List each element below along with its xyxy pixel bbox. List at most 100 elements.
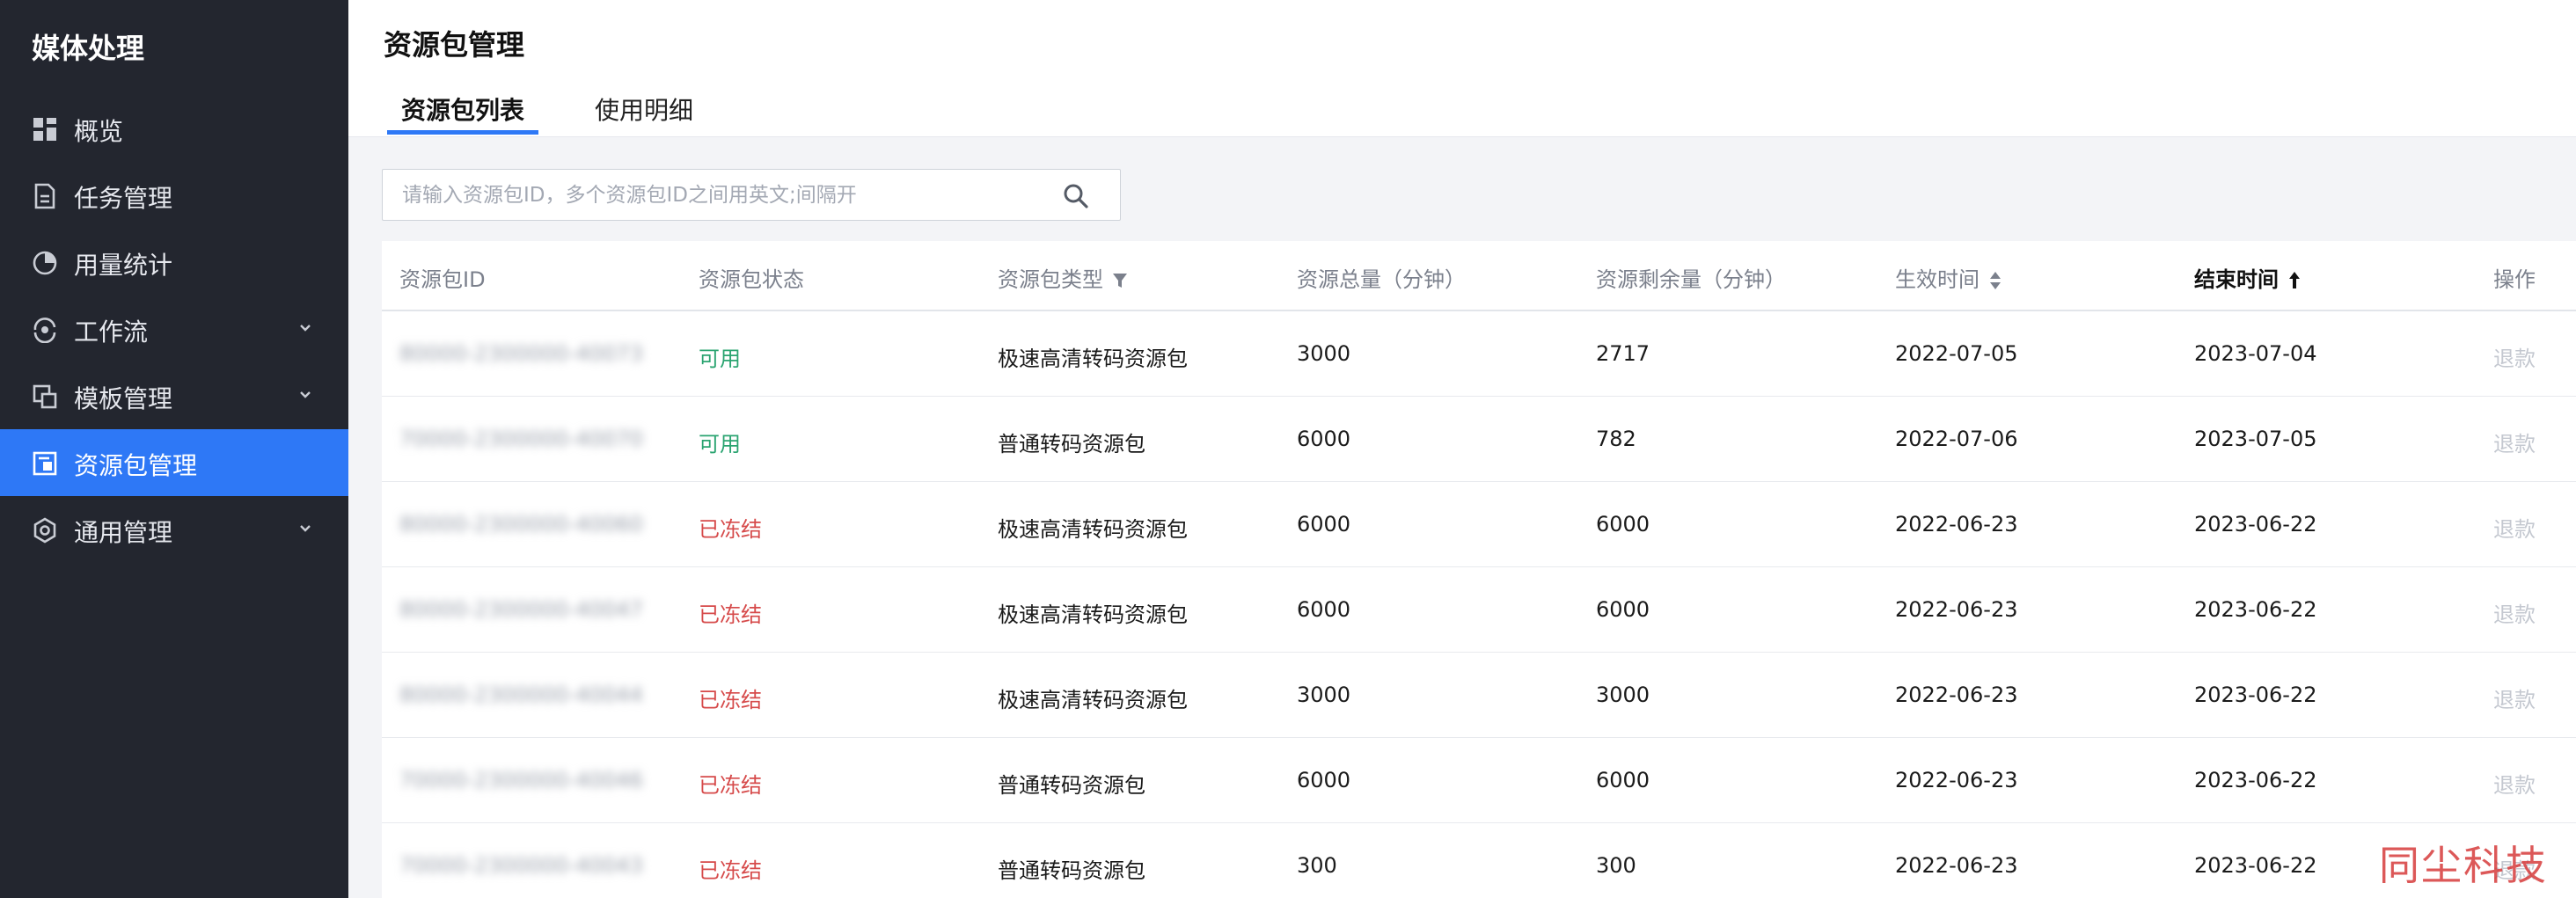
sidebar-item-general[interactable]: 通用管理: [0, 496, 348, 563]
sidebar-item-label: 概览: [74, 117, 124, 146]
remaining-minutes: 6000: [1596, 512, 1650, 537]
total-minutes: 6000: [1297, 768, 1351, 792]
end-date: 2023-06-22: [2194, 683, 2317, 707]
page-title: 资源包管理: [384, 28, 525, 62]
template-icon: [33, 384, 57, 409]
sort-asc-icon[interactable]: [2287, 271, 2302, 290]
active-tab-indicator: [387, 130, 538, 135]
package-id: 70000-2300000-40070: [399, 427, 643, 451]
search-box: [382, 169, 1121, 221]
sidebar-item-overview[interactable]: 概览: [0, 95, 348, 162]
end-date: 2023-06-22: [2194, 597, 2317, 622]
table-row: 70000-2300000-40046 已冻结 普通转码资源包 6000 6000 202…: [382, 738, 2576, 823]
watermark: 同尘科技: [2379, 842, 2548, 889]
column-header-remaining: 资源剩余量（分钟）: [1596, 267, 1786, 292]
remaining-minutes: 2717: [1596, 341, 1650, 366]
package-type: 普通转码资源包: [998, 858, 1145, 883]
refund-link[interactable]: 退款: [2493, 597, 2536, 628]
package-type: 极速高清转码资源包: [998, 517, 1188, 542]
end-date: 2023-07-05: [2194, 427, 2317, 451]
start-date: 2022-06-23: [1895, 597, 2018, 622]
search-input[interactable]: [383, 170, 1051, 220]
column-header-start-time[interactable]: 生效时间: [1895, 262, 2002, 293]
package-type: 极速高清转码资源包: [998, 347, 1188, 371]
remaining-minutes: 3000: [1596, 683, 1650, 707]
table-row: 80000-2300000-40047 已冻结 极速高清转码资源包 6000 6000 2…: [382, 567, 2576, 653]
refund-link[interactable]: 退款: [2493, 683, 2536, 713]
remaining-minutes: 300: [1596, 853, 1636, 878]
package-id: 70000-2300000-40046: [399, 768, 643, 792]
package-id: 70000-2300000-40043: [399, 853, 643, 878]
table-row: 80000-2300000-40073 可用 极速高清转码资源包 3000 2717 20…: [382, 311, 2576, 397]
status-badge: 可用: [699, 347, 741, 371]
column-header-status: 资源包状态: [699, 267, 804, 292]
total-minutes: 6000: [1297, 597, 1351, 622]
column-header-type: 资源包类型: [998, 262, 1128, 293]
end-date: 2023-06-22: [2194, 512, 2317, 537]
pie-chart-icon: [33, 251, 57, 275]
package-type: 极速高清转码资源包: [998, 688, 1188, 712]
remaining-minutes: 782: [1596, 427, 1636, 451]
start-date: 2022-07-06: [1895, 427, 2018, 451]
total-minutes: 6000: [1297, 427, 1351, 451]
refund-link[interactable]: 退款: [2493, 427, 2536, 457]
sidebar-item-label: 模板管理: [74, 384, 173, 413]
sidebar-title: 媒体处理: [32, 32, 145, 65]
end-date: 2023-07-04: [2194, 341, 2317, 366]
status-badge: 已冻结: [699, 858, 762, 883]
package-id: 80000-2300000-40047: [399, 597, 643, 622]
workflow-icon: [33, 318, 56, 343]
start-date: 2022-06-23: [1895, 512, 2018, 537]
package-type: 普通转码资源包: [998, 432, 1145, 456]
column-header-id: 资源包ID: [399, 267, 486, 292]
table-row: 70000-2300000-40043 已冻结 普通转码资源包 300 300 2022-…: [382, 823, 2576, 898]
status-badge: 可用: [699, 432, 741, 456]
chevron-down-icon: [300, 391, 311, 398]
package-id: 80000-2300000-40073: [399, 341, 643, 366]
status-badge: 已冻结: [699, 688, 762, 712]
sidebar: 媒体处理 概览 任务管理 用量统计 工作流 模板管理 资源包管理 通用管理: [0, 0, 348, 898]
tab-usage-details[interactable]: 使用明细: [595, 91, 693, 127]
status-badge: 已冻结: [699, 517, 762, 542]
sidebar-item-workflow[interactable]: 工作流: [0, 296, 348, 362]
sidebar-item-label: 资源包管理: [74, 451, 198, 480]
package-table: 资源包ID 资源包状态 资源包类型 资源总量（分钟） 资源剩余量（分钟） 生效时…: [382, 241, 2576, 898]
sidebar-item-usage[interactable]: 用量统计: [0, 229, 348, 296]
search-icon[interactable]: [1062, 182, 1090, 210]
start-date: 2022-06-23: [1895, 768, 2018, 792]
refund-link[interactable]: 退款: [2493, 341, 2536, 372]
package-type: 极速高清转码资源包: [998, 602, 1188, 627]
sort-icon[interactable]: [1988, 271, 2002, 290]
chevron-down-icon: [300, 325, 311, 332]
start-date: 2022-06-23: [1895, 683, 2018, 707]
refund-link[interactable]: 退款: [2493, 768, 2536, 799]
grid-icon: [33, 118, 56, 141]
table-row: 70000-2300000-40070 可用 普通转码资源包 6000 782 2022-…: [382, 397, 2576, 482]
sidebar-item-label: 通用管理: [74, 518, 173, 547]
status-badge: 已冻结: [699, 773, 762, 798]
sidebar-item-tasks[interactable]: 任务管理: [0, 162, 348, 229]
remaining-minutes: 6000: [1596, 597, 1650, 622]
sidebar-item-label: 任务管理: [74, 184, 173, 213]
end-date: 2023-06-22: [2194, 853, 2317, 878]
total-minutes: 6000: [1297, 512, 1351, 537]
total-minutes: 3000: [1297, 341, 1351, 366]
package-icon: [33, 451, 57, 476]
sidebar-item-packages[interactable]: 资源包管理: [0, 429, 348, 496]
end-date: 2023-06-22: [2194, 768, 2317, 792]
table-row: 80000-2300000-40044 已冻结 极速高清转码资源包 3000 3000 2…: [382, 653, 2576, 738]
total-minutes: 3000: [1297, 683, 1351, 707]
column-header-total: 资源总量（分钟）: [1297, 267, 1466, 292]
remaining-minutes: 6000: [1596, 768, 1650, 792]
column-header-end-time[interactable]: 结束时间: [2194, 262, 2302, 293]
filter-icon[interactable]: [1112, 272, 1128, 289]
package-id: 80000-2300000-40044: [399, 683, 643, 707]
chevron-down-icon: [300, 525, 311, 532]
tab-package-list[interactable]: 资源包列表: [401, 91, 524, 127]
refund-link[interactable]: 退款: [2493, 512, 2536, 543]
sidebar-item-templates[interactable]: 模板管理: [0, 362, 348, 429]
settings-icon: [33, 517, 56, 544]
document-icon: [34, 183, 55, 209]
table-header: 资源包ID 资源包状态 资源包类型 资源总量（分钟） 资源剩余量（分钟） 生效时…: [382, 241, 2576, 311]
start-date: 2022-06-23: [1895, 853, 2018, 878]
